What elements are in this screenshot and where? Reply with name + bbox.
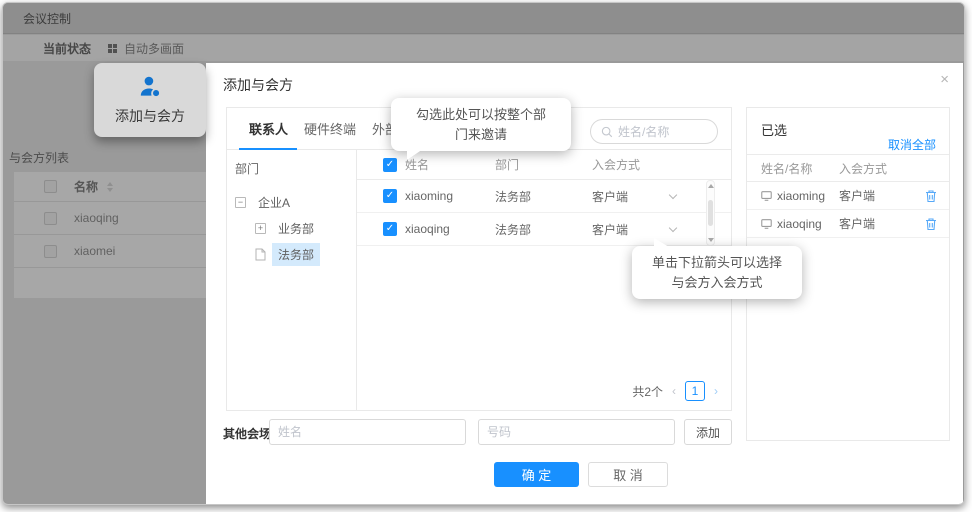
status-value: 自动多画面	[124, 41, 185, 56]
other-site-row: 其他会场 添加	[206, 418, 963, 446]
status-label: 当前状态	[43, 41, 92, 56]
add-person-icon	[140, 76, 161, 98]
participant-name: xiaomei	[74, 244, 116, 258]
participant-list-header: 名称	[14, 172, 207, 202]
list-item[interactable]: xiaomei	[14, 235, 207, 268]
tooltip-join-method: 单击下拉箭头可以选择 与会方入会方式	[632, 238, 802, 299]
cancel-button[interactable]: 取 消	[588, 462, 668, 487]
cell-name: xiaoming	[761, 189, 839, 203]
prev-page-icon[interactable]: ‹	[672, 384, 676, 398]
chevron-down-icon[interactable]	[668, 223, 678, 232]
tooltip-department-checkbox: 勾选此处可以按整个部 门来邀请	[391, 98, 571, 160]
tab-contacts[interactable]: 联系人	[249, 119, 288, 138]
sort-icon[interactable]	[107, 181, 114, 192]
select-all-checkbox-checked[interactable]: ✓	[383, 157, 397, 172]
collapse-icon[interactable]: −	[235, 196, 246, 208]
scrollbar-thumb[interactable]	[708, 200, 713, 226]
tree-label: 部门	[235, 162, 260, 176]
expand-icon[interactable]: +	[255, 222, 266, 234]
scroll-down-icon[interactable]	[707, 238, 714, 242]
selected-title: 已选	[761, 123, 788, 138]
row-checkbox[interactable]	[44, 244, 57, 258]
close-icon[interactable]: ×	[940, 71, 949, 88]
top-title-bar: 会议控制	[3, 3, 964, 34]
add-participant-modal: 添加与会方 × 联系人 硬件终端 外部联系人	[206, 63, 963, 504]
tree-node-business-dept[interactable]: + 业务部	[235, 215, 356, 241]
tree-node-label: 法务部	[272, 242, 321, 266]
other-site-label: 其他会场	[223, 427, 272, 441]
tooltip-tail	[654, 238, 669, 247]
selected-row: xiaoqing 客户端	[747, 210, 949, 238]
name-column-header: 名称	[74, 180, 99, 194]
tree-node-enterprise[interactable]: − 企业A	[235, 189, 356, 215]
table-row[interactable]: ✓ xiaoqing 法务部 客户端	[357, 213, 731, 246]
multiview-grid-icon	[108, 43, 118, 53]
search-box[interactable]	[590, 119, 718, 144]
tree-node-legal-dept[interactable]: 法务部	[235, 241, 356, 267]
list-item[interactable]: xiaoqing	[14, 202, 207, 235]
cell-method: 客户端	[839, 189, 876, 203]
cell-method: 客户端	[839, 217, 876, 231]
pagination: 共2个 ‹ 1 ›	[632, 381, 718, 401]
total-count: 共2个	[632, 384, 663, 399]
select-all-checkbox[interactable]	[44, 180, 57, 193]
trash-icon[interactable]	[925, 217, 937, 231]
add-participant-label: 添加与会方	[115, 108, 185, 124]
row-checkbox-checked[interactable]: ✓	[383, 189, 397, 203]
app-window: 会议控制 当前状态 自动多画面 与会方列表 名称 xiaoqing xiaome…	[2, 2, 965, 505]
page-number[interactable]: 1	[685, 381, 705, 401]
tooltip-tail	[407, 149, 423, 160]
department-tree: 部门 − 企业A + 业务部 法务部	[227, 150, 357, 410]
tree-node-label: 业务部	[278, 221, 315, 236]
client-icon	[761, 218, 772, 229]
add-other-site-button[interactable]: 添加	[684, 419, 732, 445]
row-checkbox-checked[interactable]: ✓	[383, 222, 397, 236]
cell-dept: 法务部	[495, 189, 532, 204]
selected-header: 姓名/名称 入会方式	[747, 154, 949, 182]
cell-method: 客户端	[592, 189, 629, 204]
cell-method: 客户端	[592, 222, 629, 237]
tree-node-label: 企业A	[258, 195, 291, 210]
participant-list-title: 与会方列表	[9, 151, 70, 165]
trash-icon[interactable]	[925, 189, 937, 203]
confirm-button[interactable]: 确 定	[494, 462, 579, 487]
client-icon	[761, 190, 772, 201]
row-checkbox[interactable]	[44, 211, 57, 225]
tab-hardware-terminal[interactable]: 硬件终端	[304, 119, 356, 138]
scroll-up-icon[interactable]	[707, 184, 714, 188]
cell-dept: 法务部	[495, 222, 532, 237]
other-site-name-input[interactable]	[269, 419, 466, 445]
col-method: 入会方式	[839, 161, 888, 176]
status-bar: 当前状态 自动多画面	[3, 35, 964, 61]
document-icon	[255, 248, 266, 260]
scrollbar[interactable]	[706, 180, 715, 246]
cell-name: xiaoqing	[761, 217, 839, 231]
selected-row: xiaoming 客户端	[747, 182, 949, 210]
search-icon	[601, 126, 613, 137]
participant-list: 名称 xiaoqing xiaomei	[14, 172, 207, 298]
col-method: 入会方式	[592, 158, 641, 172]
cell-name: xiaoqing	[405, 222, 450, 236]
next-page-icon[interactable]: ›	[714, 384, 718, 398]
clear-all-link[interactable]: 取消全部	[888, 136, 936, 153]
page-title: 会议控制	[23, 11, 72, 26]
participant-name: xiaoqing	[74, 211, 119, 225]
screen: 会议控制 当前状态 自动多画面 与会方列表 名称 xiaoqing xiaome…	[0, 0, 972, 512]
chevron-down-icon[interactable]	[668, 190, 678, 199]
table-row[interactable]: ✓ xiaoming 法务部 客户端	[357, 180, 731, 213]
search-input[interactable]	[618, 124, 704, 139]
other-site-number-input[interactable]	[478, 419, 675, 445]
cell-name: xiaoming	[405, 189, 454, 203]
add-participant-button[interactable]: 添加与会方	[94, 63, 206, 137]
col-name: 姓名/名称	[761, 161, 813, 176]
modal-title: 添加与会方	[223, 77, 293, 93]
col-dept: 部门	[495, 158, 520, 172]
